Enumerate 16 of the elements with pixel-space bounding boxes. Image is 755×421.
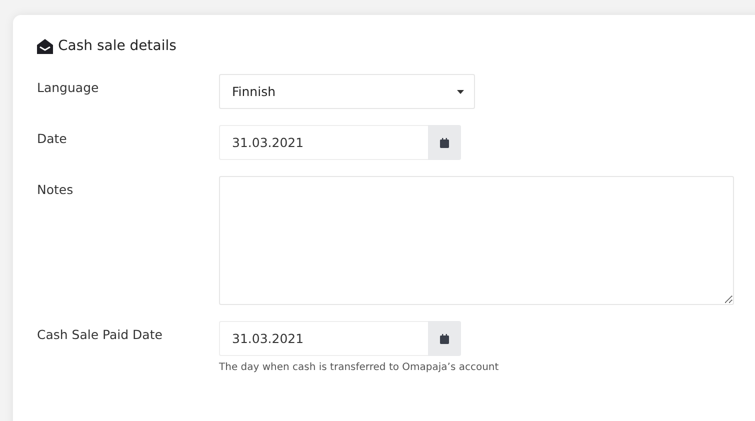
field-label: Cash Sale Paid Date (37, 326, 164, 342)
calendar-icon (440, 334, 449, 344)
calendar-button[interactable] (428, 125, 461, 160)
calendar-icon (440, 138, 449, 148)
caret-icon (457, 90, 464, 94)
notes-field[interactable] (219, 176, 734, 305)
field-label: Date (37, 130, 68, 146)
field-label: Language (37, 79, 100, 95)
envelope-icon (37, 38, 53, 54)
date-field[interactable]: 31.03.2021 (219, 321, 428, 356)
calendar-button[interactable] (428, 321, 461, 356)
card-title: Cash sale details (58, 38, 176, 54)
language-select[interactable]: Finnish (219, 74, 475, 109)
field-label: Notes (37, 181, 74, 197)
field-hint: The day when cash is transferred to Omapaja’s account (219, 362, 500, 373)
date-field[interactable]: 31.03.2021 (219, 125, 428, 160)
